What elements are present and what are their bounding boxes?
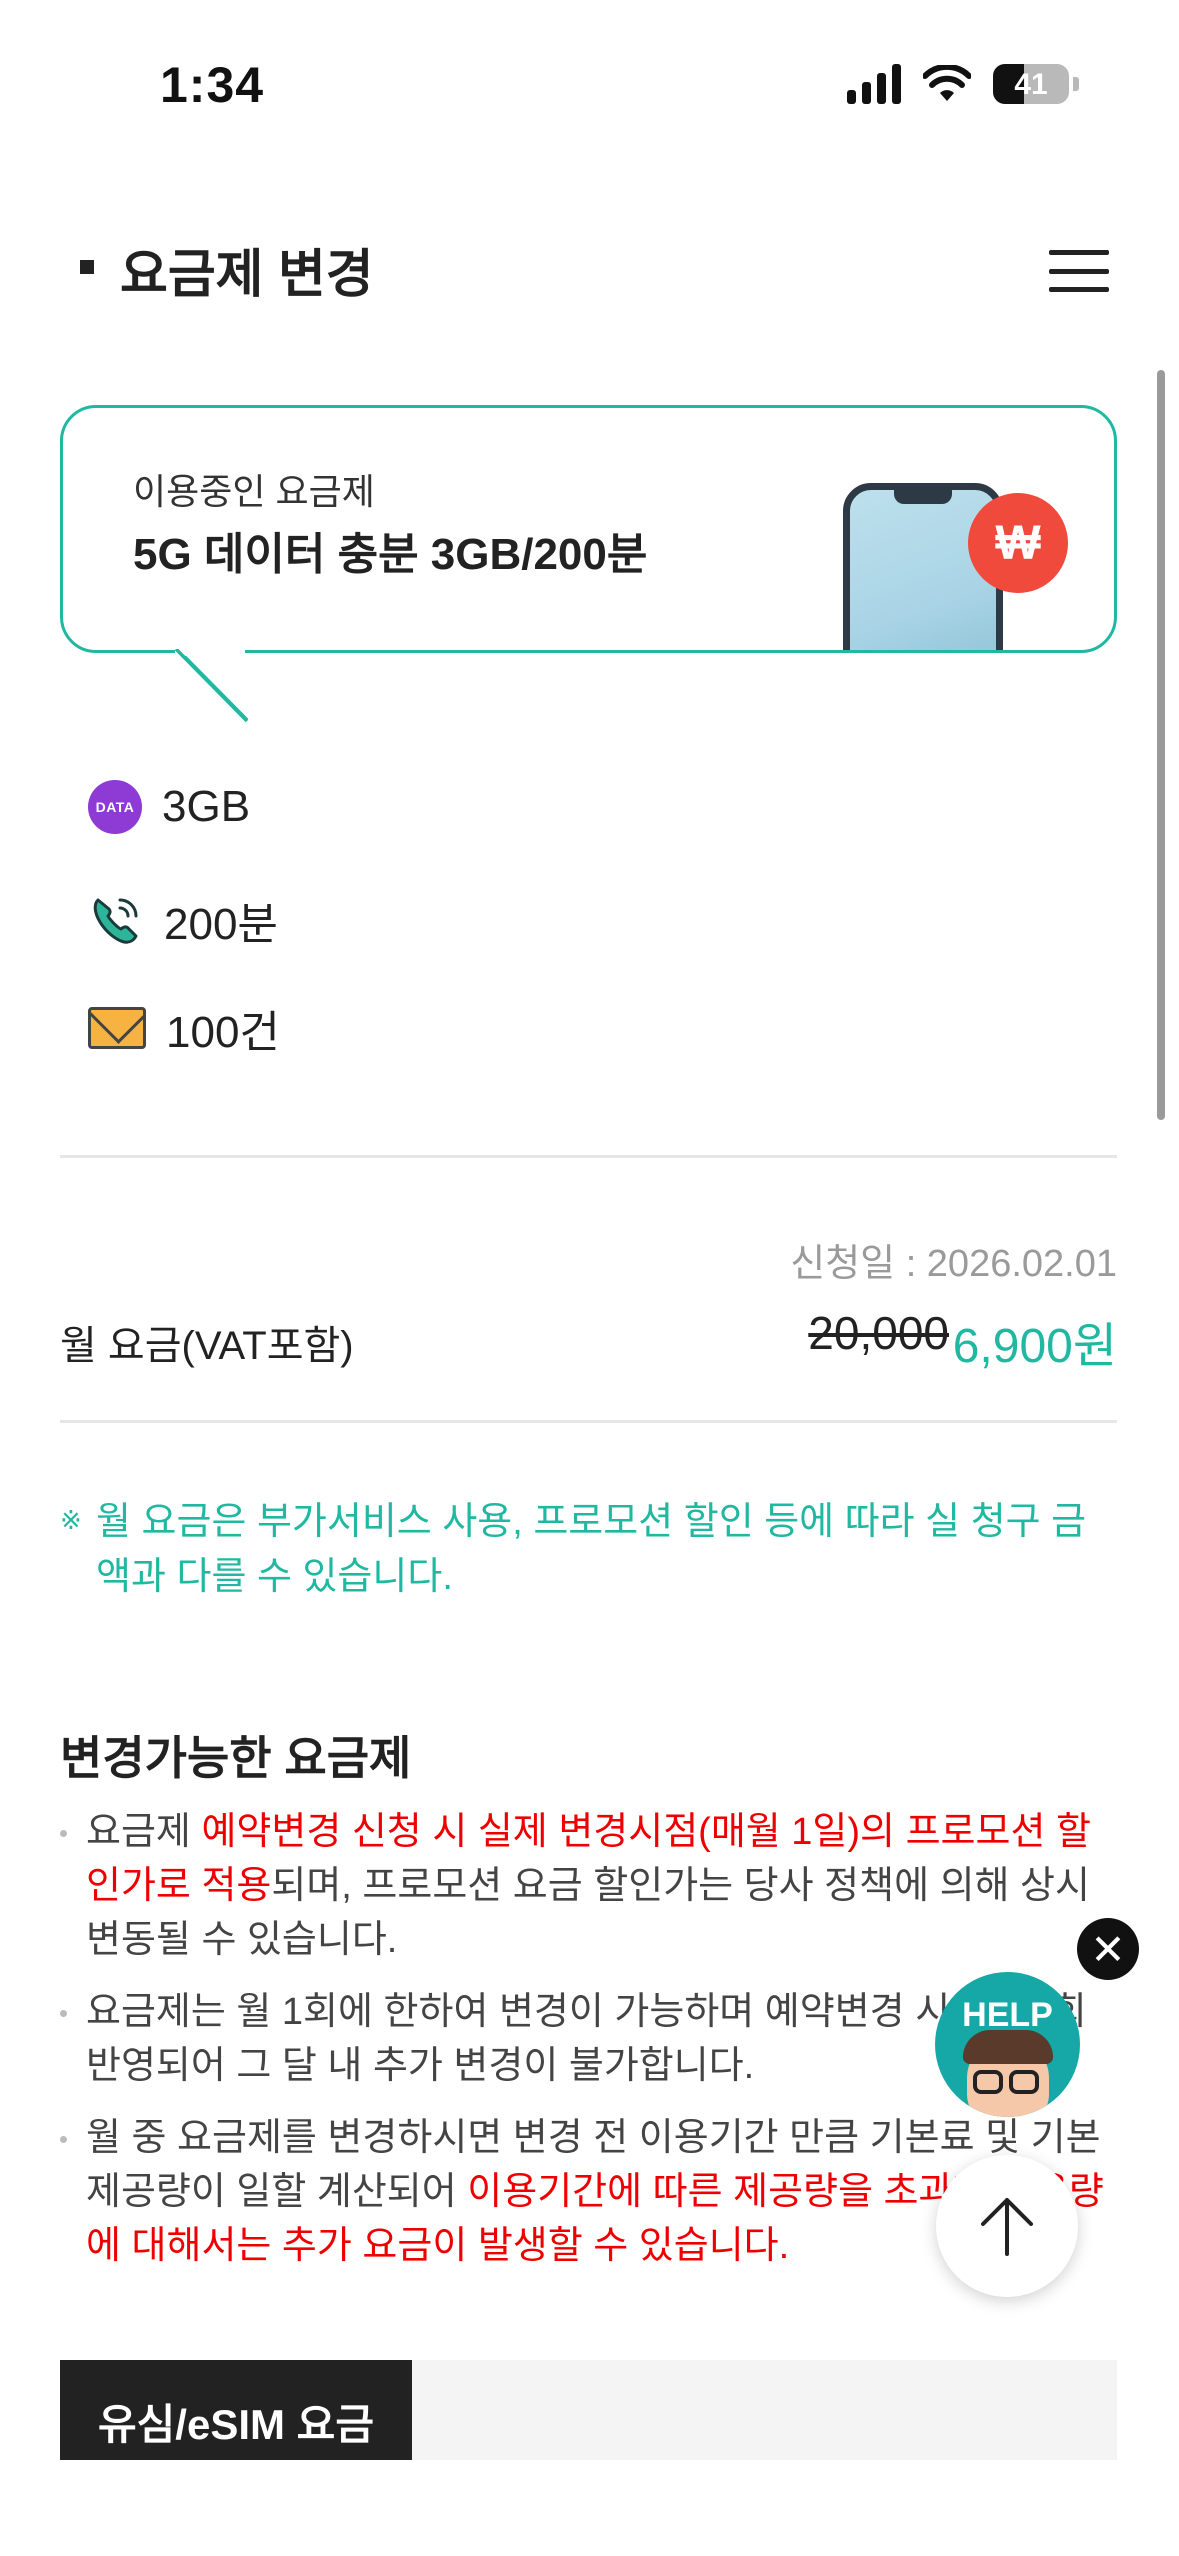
help-avatar-hair (963, 2030, 1053, 2064)
apply-date: 신청일 : 2026.02.01 (790, 1243, 1117, 1285)
feature-voice-value: 200분 (164, 900, 278, 949)
cellular-signal-icon (847, 64, 901, 104)
feature-sms-value: 100건 (166, 1008, 280, 1057)
current-plan-name: 5G 데이터 충분 3GB/200분 (133, 530, 648, 579)
scrollbar[interactable] (1157, 370, 1165, 1120)
plan-tabs: 유심/eSIM 요금 (60, 2360, 1117, 2460)
battery-icon: 41 (993, 64, 1069, 104)
wifi-icon (923, 65, 971, 101)
info-item: 요금제 예약변경 신청 시 실제 변경시점(매월 1일)의 프로모션 할인가로 … (60, 1805, 1120, 1967)
feature-data: DATA 3GB (88, 780, 250, 834)
arrow-up-icon (981, 2198, 1033, 2256)
help-avatar-glasses (973, 2070, 1003, 2094)
feature-voice: 200분 (88, 888, 278, 952)
status-bar: 1:34 41 (0, 0, 1179, 150)
status-time: 1:34 (160, 57, 265, 113)
divider (60, 1155, 1117, 1158)
help-chatbot-button[interactable]: HELP (935, 1972, 1080, 2117)
info-text: 요금제 (86, 1811, 202, 1853)
notice-mark: ※ (60, 1505, 82, 1535)
page-title: 요금제 변경 (120, 246, 374, 304)
close-help-button[interactable]: ✕ (1077, 1918, 1139, 1980)
hamburger-menu-icon[interactable] (1049, 250, 1109, 292)
current-plan-card: 이용중인 요금제 5G 데이터 충분 3GB/200분 ₩ (60, 405, 1117, 653)
original-price: 20,000 (808, 1307, 949, 1359)
monthly-fee-label: 월 요금(VAT포함) (60, 1324, 354, 1368)
feature-data-value: 3GB (162, 782, 251, 831)
won-badge-icon: ₩ (968, 493, 1068, 593)
feature-sms: 100건 (88, 996, 280, 1060)
tab-usim-esim[interactable]: 유심/eSIM 요금 (60, 2360, 412, 2460)
mail-icon (88, 1007, 146, 1049)
section-title-changeable-plans: 변경가능한 요금제 (60, 1732, 412, 1784)
status-icons: 41 (847, 64, 1079, 104)
scroll-to-top-button[interactable] (936, 2155, 1078, 2297)
help-avatar-glasses (1009, 2070, 1039, 2094)
phone-call-icon (93, 898, 138, 944)
battery-cap (1073, 77, 1079, 91)
card-tail-line (174, 649, 249, 723)
battery-percent: 41 (1014, 68, 1048, 101)
title-bullet (80, 260, 94, 274)
discounted-price: 6,900원 (952, 1320, 1117, 1373)
notice-text: 월 요금은 부가서비스 사용, 프로모션 할인 등에 따라 실 청구 금액과 다… (96, 1501, 1087, 1598)
page-header: 요금제 변경 (60, 220, 1119, 320)
divider (60, 1420, 1117, 1423)
current-plan-label: 이용중인 요금제 (133, 471, 375, 512)
data-icon: DATA (88, 780, 142, 834)
